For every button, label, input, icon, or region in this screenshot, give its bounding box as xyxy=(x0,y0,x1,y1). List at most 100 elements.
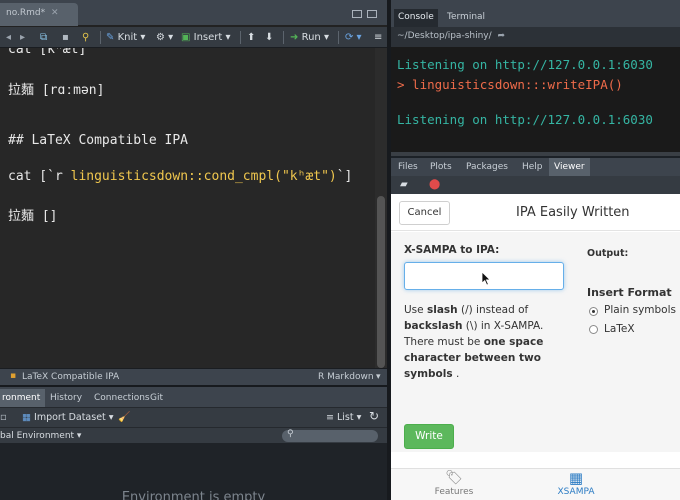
tab-git[interactable]: Git xyxy=(150,389,163,407)
editor-scroll-thumb[interactable] xyxy=(377,196,385,368)
table-icon: ▦ xyxy=(568,469,584,487)
tab-connections[interactable]: Connections xyxy=(94,389,150,407)
latex-label[interactable]: LaTeX xyxy=(604,323,635,335)
app-title: IPA Easily Written xyxy=(516,205,630,220)
console-command-line: > linguisticsdown:::writeIPA() xyxy=(397,77,623,92)
console-pane: Console Terminal ~/Desktop/ipa-shiny/ ➦ … xyxy=(391,0,680,156)
latex-radio[interactable] xyxy=(589,325,598,334)
toolbar-separator xyxy=(100,31,101,44)
viewer-toolbar: ▰ ⬤ xyxy=(391,176,680,194)
tab-terminal[interactable]: Terminal xyxy=(443,9,489,27)
go-to-dir-icon[interactable]: ➦ xyxy=(498,31,506,41)
environment-empty-message: Environment is empty xyxy=(121,490,266,500)
tab-files[interactable]: Files xyxy=(393,158,423,176)
file-tab-label: no.Rmd* xyxy=(6,8,46,18)
refresh-icon[interactable]: ↻ xyxy=(369,409,379,424)
tab-packages[interactable]: Packages xyxy=(461,158,513,176)
tag-icon: 🏷 xyxy=(445,470,463,486)
up-arrow-icon[interactable]: ⬆ xyxy=(247,30,255,45)
toolbar-separator xyxy=(338,31,339,44)
code-editor[interactable]: cat [kʰæt] 拉麵 [rɑːmən] ## LaTeX Compatib… xyxy=(0,48,375,368)
code-text: `] xyxy=(336,169,353,184)
back-arrow-icon[interactable]: ◂ xyxy=(6,30,11,45)
tab-environment[interactable]: ronment xyxy=(0,389,45,407)
app-footer-tabs: 🏷 Features ▦ XSAMPA xyxy=(391,468,680,500)
down-arrow-icon[interactable]: ⬇ xyxy=(265,30,273,45)
broom-icon[interactable]: 🧹 xyxy=(118,410,130,425)
section-icon: ▪ xyxy=(10,371,17,381)
maximize-pane-icon[interactable] xyxy=(367,10,377,18)
code-line: 拉麵 [] xyxy=(8,209,58,224)
console-scrollbar[interactable] xyxy=(391,152,680,156)
xsampa-label: X-SAMPA to IPA: xyxy=(404,244,500,256)
app-header: Cancel IPA Easily Written xyxy=(391,194,680,231)
show-in-window-icon[interactable]: ⧉ xyxy=(40,30,47,45)
tab-viewer[interactable]: Viewer xyxy=(549,158,590,176)
insert-label: Insert xyxy=(193,32,223,43)
env-search-input[interactable]: ⚲ xyxy=(282,429,378,442)
save-workspace-icon[interactable]: ▫ xyxy=(0,410,7,425)
code-line: ## LaTeX Compatible IPA xyxy=(8,133,189,148)
forward-arrow-icon[interactable]: ▸ xyxy=(20,30,25,45)
env-tab-bar: ronment History Connections Git xyxy=(0,387,387,407)
knit-label: Knit xyxy=(117,32,138,43)
minimize-pane-icon[interactable] xyxy=(352,10,362,18)
current-section[interactable]: LaTeX Compatible IPA xyxy=(22,372,119,382)
help-text: Use slash (/) instead of backslash (\) i… xyxy=(404,302,564,382)
footer-tab-xsampa-label: XSAMPA xyxy=(557,487,595,497)
search-icon: ⚲ xyxy=(287,429,294,439)
tab-help[interactable]: Help xyxy=(517,158,548,176)
help-text-part: (/) instead of xyxy=(457,304,529,316)
code-line: cat [`r linguisticsdown::cond_cmpl("kʰæt… xyxy=(8,169,352,184)
shiny-app: Cancel IPA Easily Written X-SAMPA to IPA… xyxy=(391,194,680,500)
footer-tab-features-label: Features xyxy=(434,487,474,497)
run-label: Run xyxy=(301,32,321,43)
plain-symbols-radio[interactable] xyxy=(589,307,598,316)
find-icon[interactable]: ⚲ xyxy=(82,30,89,45)
toolbar-separator xyxy=(283,31,284,44)
outline-icon[interactable]: ≡ xyxy=(374,30,382,45)
knit-icon: ✎ xyxy=(106,32,115,43)
insert-format-label: Insert Format xyxy=(587,286,672,299)
mouse-cursor-icon xyxy=(481,271,491,286)
footer-tab-features[interactable]: 🏷 Features xyxy=(419,469,489,497)
write-button[interactable]: Write xyxy=(404,424,454,449)
code-line: 拉麵 [rɑːmən] xyxy=(8,83,105,98)
tab-console[interactable]: Console xyxy=(394,9,438,27)
help-text-emphasis: slash xyxy=(426,304,458,316)
tab-plots[interactable]: Plots xyxy=(425,158,457,176)
cancel-button[interactable]: Cancel xyxy=(399,201,450,225)
show-in-new-window-icon[interactable]: ▰ xyxy=(400,177,408,192)
inline-r-call: linguisticsdown::cond_cmpl("kʰæt") xyxy=(70,169,337,184)
output-label: Output: xyxy=(587,248,629,259)
environment-scope-label: bal Environment xyxy=(0,431,75,441)
knit-button[interactable]: ✎ Knit ▾ xyxy=(106,30,145,45)
insert-chunk-icon: ▣ xyxy=(181,32,191,43)
plain-symbols-label[interactable]: Plain symbols xyxy=(604,304,676,316)
console-working-dir: ~/Desktop/ipa-shiny/ ➦ xyxy=(391,27,680,47)
viewer-pane: Files Plots Packages Help Viewer ▰ ⬤ Can… xyxy=(391,158,680,500)
code-text: cat [`r xyxy=(8,169,71,184)
environment-scope-dropdown[interactable]: bal Environment ▾ xyxy=(0,429,81,444)
insert-button[interactable]: ▣ Insert ▾ xyxy=(181,30,231,45)
file-type[interactable]: R Markdown xyxy=(318,372,374,382)
close-icon[interactable]: ✕ xyxy=(51,8,59,18)
gear-icon[interactable]: ⚙ ▾ xyxy=(156,30,173,45)
tab-history[interactable]: History xyxy=(50,389,82,407)
file-type-dropdown-icon[interactable]: ▾ xyxy=(376,372,381,382)
save-icon[interactable]: ▪ xyxy=(62,30,69,45)
footer-tab-xsampa[interactable]: ▦ XSAMPA xyxy=(541,469,611,497)
stop-icon[interactable]: ⬤ xyxy=(429,177,440,192)
list-view-label: List xyxy=(336,412,354,423)
import-dataset-button[interactable]: ▦ Import Dataset ▾ xyxy=(22,410,114,425)
editor-toolbar: ◂ ▸ ⧉ ▪ ⚲ ✎ Knit ▾ ⚙ ▾ ▣ Insert ▾ ⬆ ⬇ ➜ … xyxy=(0,27,387,48)
console-output-line: Listening on http://127.0.0.1:6030 xyxy=(397,112,653,127)
viewer-tab-bar: Files Plots Packages Help Viewer xyxy=(391,158,680,176)
run-button[interactable]: ➜ Run ▾ xyxy=(290,30,329,45)
env-toolbar: ▫ ▦ Import Dataset ▾ 🧹 ≡ List ▾ ↻ xyxy=(0,407,387,427)
list-view-button[interactable]: ≡ List ▾ xyxy=(326,410,361,425)
rerun-icon[interactable]: ⟳ ▾ xyxy=(345,30,362,45)
file-tab[interactable]: no.Rmd* ✕ xyxy=(0,3,78,26)
environment-pane: ronment History Connections Git ▫ ▦ Impo… xyxy=(0,387,387,500)
console-output-line: Listening on http://127.0.0.1:6030 xyxy=(397,57,653,72)
